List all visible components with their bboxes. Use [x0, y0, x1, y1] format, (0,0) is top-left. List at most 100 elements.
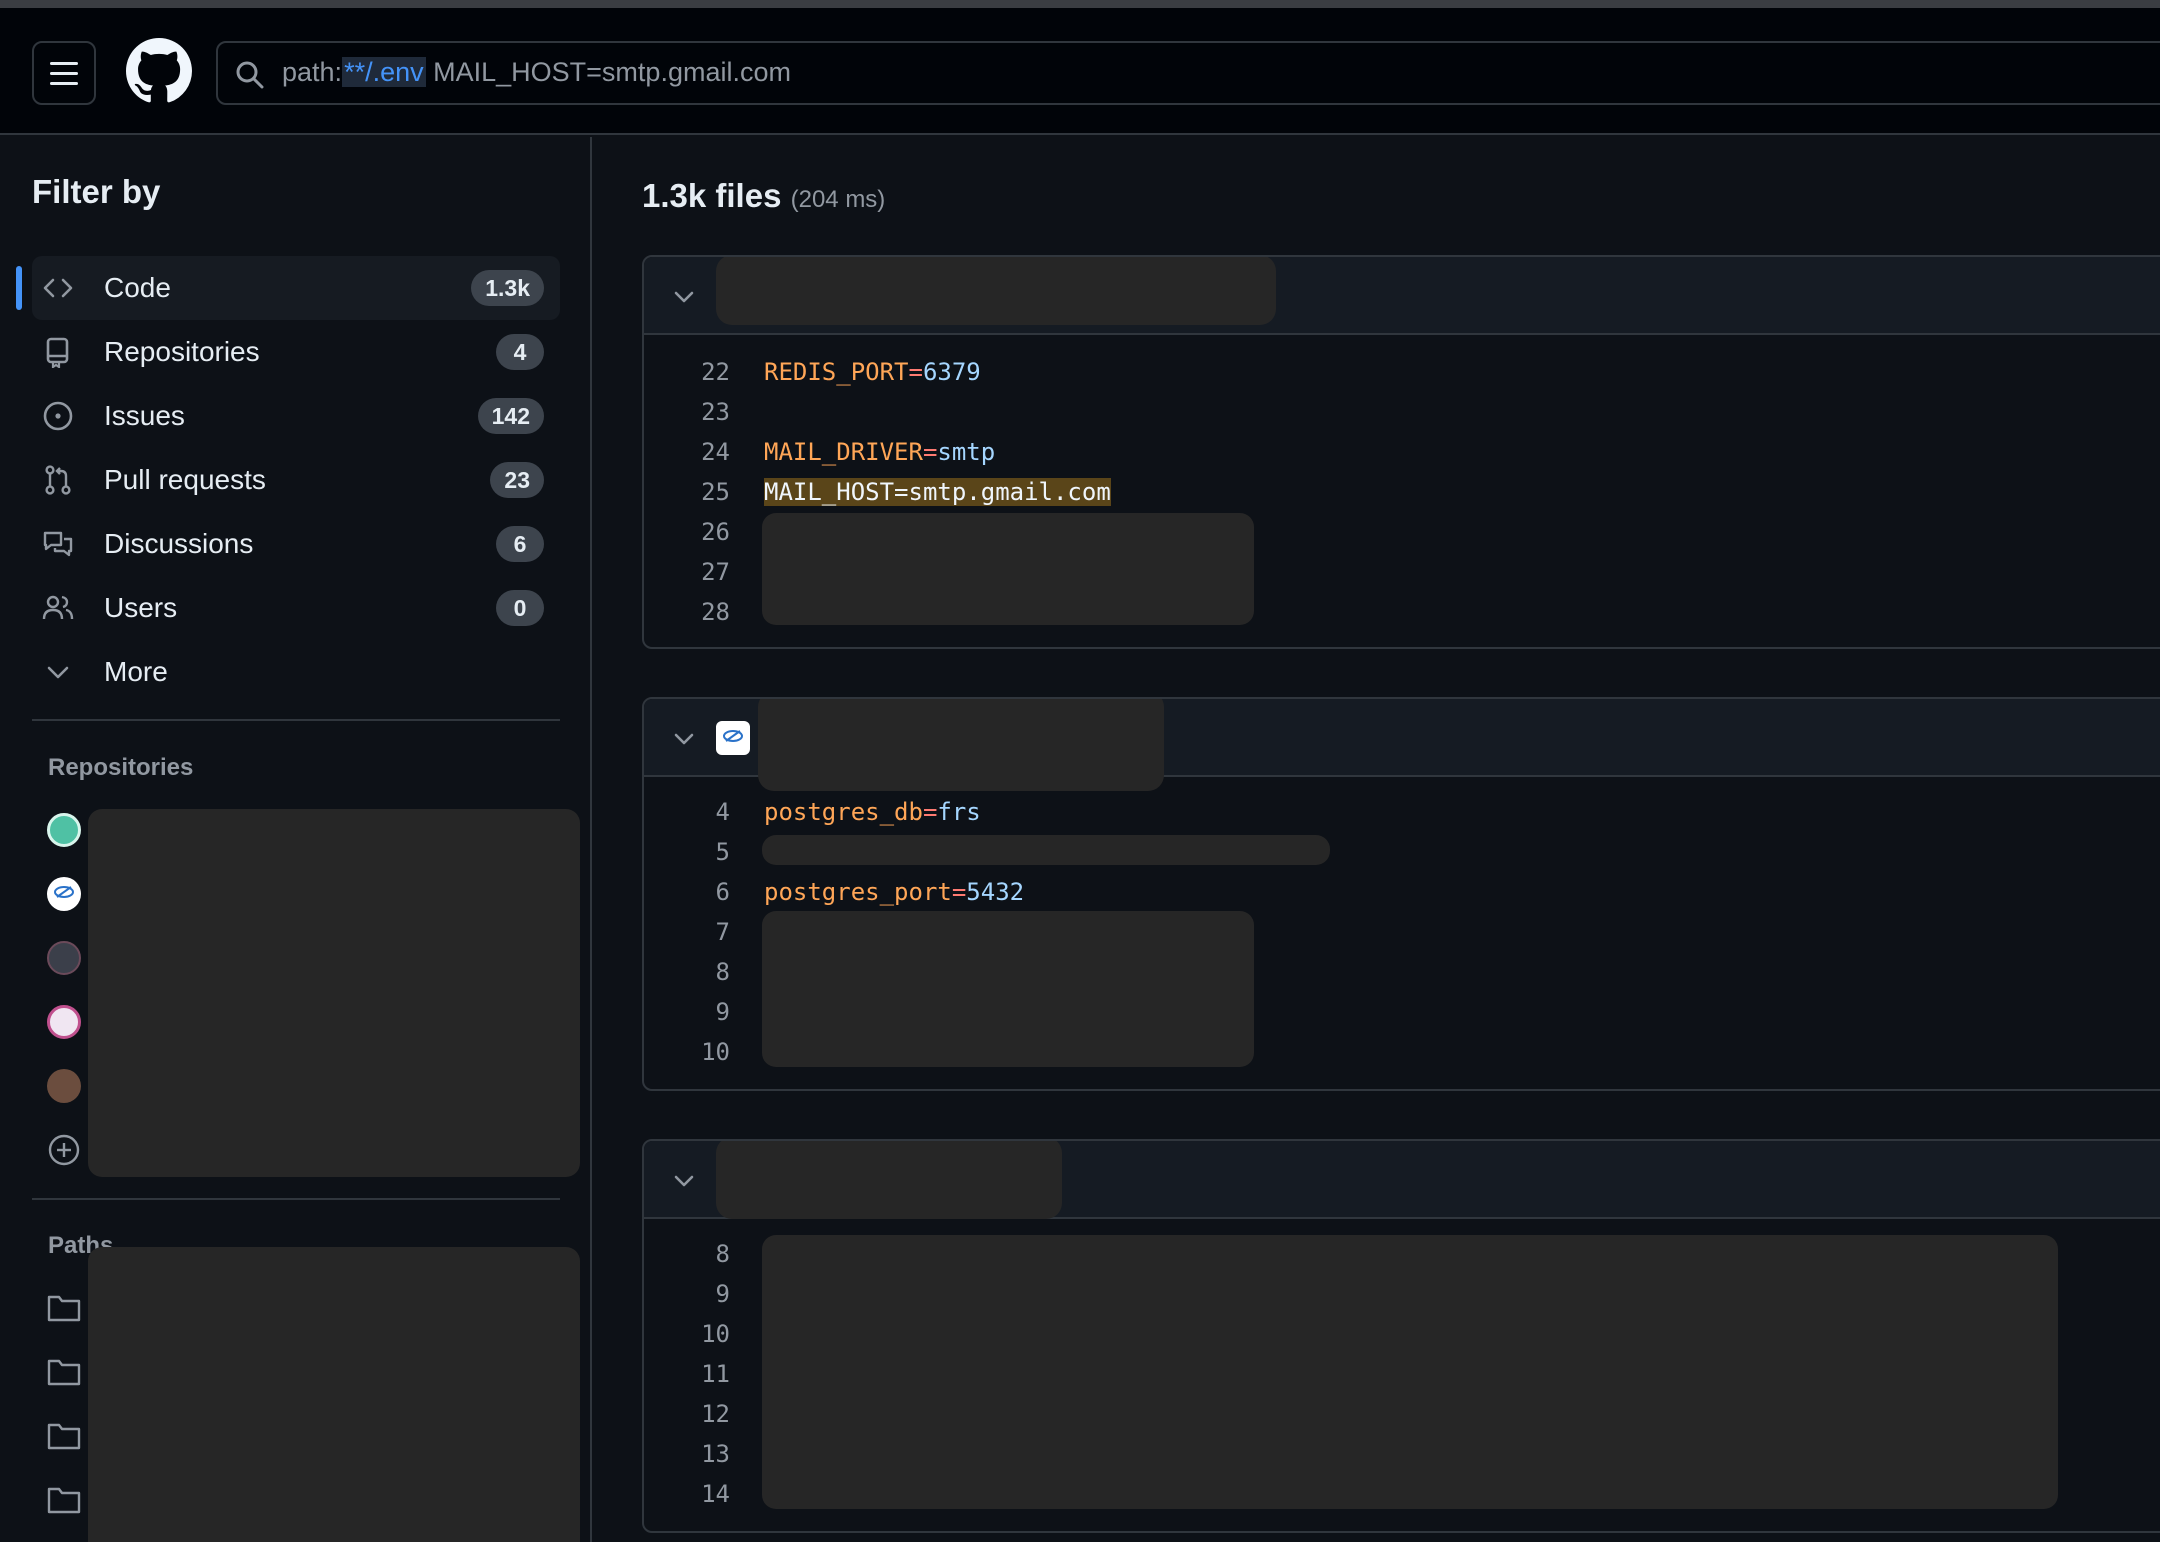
redacted-code — [762, 513, 1254, 625]
filter-item-repositories[interactable]: Repositories 4 — [32, 320, 560, 384]
filter-item-code[interactable]: Code 1.3k — [16, 256, 560, 320]
results-time: (204 ms) — [790, 186, 886, 213]
env-operator: = — [908, 358, 923, 386]
filter-item-label: Repositories — [104, 336, 260, 367]
add-circle-icon[interactable] — [47, 1133, 81, 1167]
line-number: 10 — [701, 1038, 730, 1066]
chevron-down-icon — [47, 666, 69, 679]
result-header — [644, 699, 2160, 791]
env-operator: = — [922, 798, 938, 826]
code-line: 6 postgres_port=5432 — [644, 871, 2160, 911]
filter-title: Filter by — [32, 173, 161, 210]
filter-item-pull-requests[interactable]: Pull requests 23 — [32, 448, 560, 512]
result-header — [644, 1141, 2160, 1219]
filter-item-label: Pull requests — [104, 464, 266, 495]
github-logo-icon[interactable] — [126, 38, 192, 104]
repo-avatar[interactable] — [47, 877, 81, 911]
env-operator: = — [922, 438, 938, 466]
line-number: 8 — [715, 958, 730, 986]
filter-item-label: Users — [104, 592, 178, 623]
chevron-down-icon[interactable] — [670, 725, 698, 753]
line-number: 27 — [701, 558, 730, 586]
redacted-repo-name — [716, 1141, 1062, 1219]
folder-icon[interactable] — [47, 1485, 81, 1515]
menu-bar-icon — [50, 71, 78, 75]
folder-icon[interactable] — [47, 1357, 81, 1387]
line-number: 4 — [715, 798, 730, 826]
sidebar-divider — [32, 1198, 560, 1200]
line-number: 9 — [715, 998, 730, 1026]
search-icon — [236, 61, 264, 89]
redacted-repo-name — [716, 257, 1276, 325]
redacted-repository-list — [88, 809, 580, 1177]
top-header: path:**/.env MAIL_HOST=smtp.gmail.com — [0, 8, 2160, 135]
folder-icon[interactable] — [47, 1293, 81, 1323]
repo-avatar[interactable] — [47, 941, 81, 975]
repo-icon — [46, 337, 69, 368]
env-value: 6379 — [922, 358, 981, 386]
users-icon — [42, 595, 74, 620]
redacted-path-list — [88, 1247, 580, 1542]
folder-icon[interactable] — [47, 1421, 81, 1451]
code-line: 23 — [644, 391, 2160, 431]
filter-item-issues[interactable]: Issues 142 — [32, 384, 560, 448]
count-badge: 142 — [477, 398, 544, 434]
line-number: 6 — [715, 878, 730, 906]
repo-avatar[interactable] — [47, 1005, 81, 1039]
count-badge: 6 — [496, 526, 544, 562]
issue-icon — [43, 401, 73, 431]
code-result-card: 22 REDIS_PORT=6379 23 24 MAIL_DRIVER=smt… — [642, 255, 2160, 649]
count-badge: 0 — [496, 590, 544, 626]
env-operator: = — [951, 878, 967, 906]
filter-item-more[interactable]: More — [32, 640, 560, 704]
env-value: frs — [937, 798, 981, 826]
env-key: MAIL_DRIVER — [764, 438, 923, 466]
results-header: 1.3k files (204 ms) — [642, 177, 885, 215]
line-number: 10 — [701, 1320, 730, 1348]
repo-avatar[interactable] — [47, 813, 81, 847]
search-results: 1.3k files (204 ms) 22 REDIS_PORT=6379 2… — [594, 137, 2160, 1542]
line-number: 8 — [715, 1240, 730, 1268]
line-number: 9 — [715, 1280, 730, 1308]
filter-item-label: Code — [104, 272, 171, 303]
redacted-code — [762, 1235, 2058, 1509]
filter-nav: Code 1.3k Repositories 4 Issues 142 Pull… — [16, 256, 560, 704]
filter-item-discussions[interactable]: Discussions 6 — [32, 512, 560, 576]
line-number: 12 — [701, 1400, 730, 1428]
window-top-strip — [0, 0, 2160, 8]
filter-item-users[interactable]: Users 0 — [32, 576, 560, 640]
env-value: smtp — [937, 438, 996, 466]
line-number: 24 — [701, 438, 730, 466]
code-line: 24 MAIL_DRIVER=smtp — [644, 431, 2160, 471]
code-line-match: 25 MAIL_HOST=smtp.gmail.com — [644, 471, 2160, 511]
redacted-code — [762, 835, 1330, 865]
env-key: postgres_port — [764, 878, 952, 906]
pull-request-icon — [45, 465, 71, 495]
search-match-highlight: MAIL_HOST=smtp.gmail.com — [764, 478, 1111, 506]
count-badge: 1.3k — [471, 270, 544, 306]
filter-sidebar: Filter by Code 1.3k Repositories 4 Issue… — [0, 137, 592, 1542]
hamburger-menu-button[interactable] — [32, 41, 96, 105]
chevron-down-icon[interactable] — [670, 1167, 698, 1195]
result-header — [644, 257, 2160, 335]
filter-item-label: Issues — [104, 400, 185, 431]
code-line: 22 REDIS_PORT=6379 — [644, 351, 2160, 391]
repo-avatar[interactable] — [47, 1069, 81, 1103]
search-qualifier-value: **/.env — [342, 57, 426, 87]
exadel-logo-icon — [716, 721, 750, 755]
menu-bar-icon — [50, 81, 78, 85]
redacted-repo-name — [758, 699, 1164, 791]
menu-bar-icon — [50, 61, 78, 65]
search-input[interactable]: path:**/.env MAIL_HOST=smtp.gmail.com — [216, 41, 2160, 105]
chevron-down-icon[interactable] — [670, 283, 698, 311]
env-key: REDIS_PORT — [764, 358, 909, 386]
search-query-text: path:**/.env MAIL_HOST=smtp.gmail.com — [282, 57, 791, 88]
count-badge: 4 — [496, 334, 544, 370]
code-icon — [43, 278, 73, 298]
line-number: 28 — [701, 598, 730, 626]
line-number: 14 — [701, 1480, 730, 1508]
line-number: 7 — [715, 918, 730, 946]
line-number: 5 — [715, 838, 730, 866]
line-number: 13 — [701, 1440, 730, 1468]
code-line: 4 postgres_db=frs — [644, 791, 2160, 831]
